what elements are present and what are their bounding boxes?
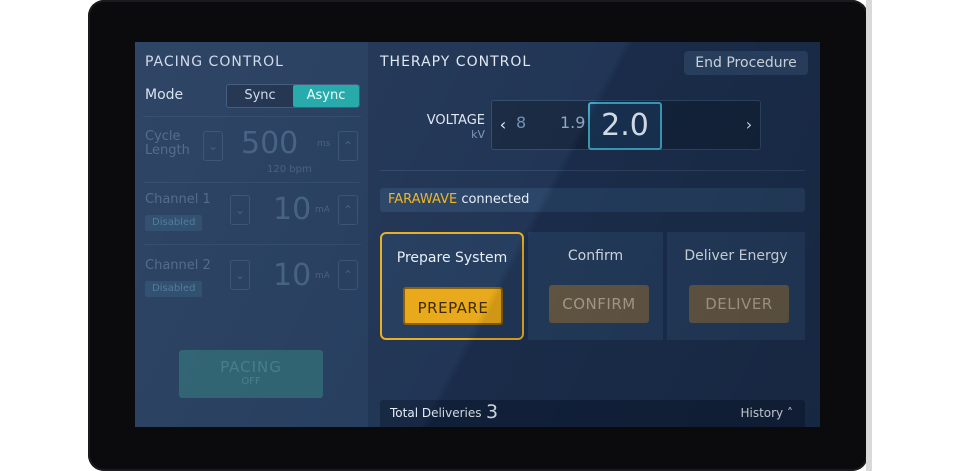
channel1-label: Channel 1 (145, 192, 211, 207)
divider (143, 244, 361, 245)
cycle-length-label-line1: Cycle (145, 129, 181, 144)
total-deliveries-value: 3 (486, 401, 499, 423)
deliver-button[interactable]: DELIVER (689, 285, 789, 323)
cycle-length-label: Cycle Length (145, 130, 190, 158)
chevron-up-icon: ⌃ (342, 203, 354, 217)
channel1-unit: mA (315, 205, 330, 215)
therapy-panel: THERAPY CONTROL End Procedure VOLTAGE kV… (368, 42, 820, 427)
pacing-title: PACING CONTROL (145, 54, 284, 70)
channel1-status-badge: Disabled (145, 215, 203, 231)
cycle-decrease-button[interactable]: ⌄ (203, 131, 223, 161)
voltage-label: VOLTAGE (426, 113, 485, 128)
pacing-button-label: PACING (220, 358, 282, 376)
voltage-picker[interactable]: ‹ 8 1.9 2.0 › (491, 100, 761, 150)
touch-screen: PACING CONTROL Mode Sync Async Cycle Len… (135, 42, 820, 427)
divider (143, 116, 361, 117)
deliveries-footer: Total Deliveries 3 History ˄ (380, 400, 805, 427)
total-deliveries-label: Total Deliveries (390, 406, 482, 420)
step-title: Prepare System (396, 250, 508, 266)
step-title: Confirm (567, 248, 624, 264)
chevron-up-icon: ˄ (787, 406, 793, 420)
chevron-down-icon: ⌄ (234, 268, 246, 282)
voltage-option-far[interactable]: 8 (516, 113, 526, 132)
catheter-brand: FARAWAVE (388, 192, 458, 207)
channel1-value: 10 (273, 192, 312, 227)
pacing-button[interactable]: PACING OFF (179, 350, 323, 398)
channel2-value: 10 (273, 258, 312, 293)
cycle-length-unit: ms (317, 139, 331, 149)
voltage-unit: kV (471, 128, 485, 141)
chevron-right-icon[interactable]: › (738, 101, 760, 149)
divider (143, 182, 361, 183)
voltage-option-near[interactable]: 1.9 (560, 113, 585, 132)
chevron-down-icon: ⌄ (234, 203, 246, 217)
channel2-increase-button[interactable]: ⌃ (338, 260, 358, 290)
device-side-edge (866, 0, 872, 471)
cycle-bpm: 120 bpm (267, 164, 312, 175)
step-prepare-system: Prepare System PREPARE (380, 232, 524, 340)
history-label: History (740, 406, 784, 420)
channel1-increase-button[interactable]: ⌃ (338, 195, 358, 225)
prepare-button[interactable]: PREPARE (403, 287, 503, 325)
channel2-status-badge: Disabled (145, 281, 203, 297)
voltage-selected-value[interactable]: 2.0 (588, 102, 662, 150)
mode-sync-option[interactable]: Sync (227, 85, 293, 107)
chevron-down-icon: ⌄ (207, 139, 219, 153)
pacing-panel: PACING CONTROL Mode Sync Async Cycle Len… (135, 42, 368, 427)
step-title: Deliver Energy (684, 248, 788, 264)
cycle-length-label-line2: Length (145, 143, 190, 158)
mode-toggle[interactable]: Sync Async (226, 84, 360, 108)
channel2-unit: mA (315, 271, 330, 281)
cycle-increase-button[interactable]: ⌃ (338, 131, 358, 161)
confirm-button[interactable]: CONFIRM (549, 285, 649, 323)
chevron-up-icon: ⌃ (342, 268, 354, 282)
divider (380, 170, 805, 171)
channel1-decrease-button[interactable]: ⌄ (230, 195, 250, 225)
workflow-steps: Prepare System PREPARE Confirm CONFIRM D… (380, 232, 805, 342)
channel2-decrease-button[interactable]: ⌄ (230, 260, 250, 290)
chevron-left-icon[interactable]: ‹ (492, 101, 514, 149)
mode-label: Mode (145, 87, 184, 103)
step-confirm: Confirm CONFIRM (528, 232, 663, 340)
channel2-label: Channel 2 (145, 258, 211, 273)
step-deliver-energy: Deliver Energy DELIVER (667, 232, 805, 340)
catheter-status-text: connected (457, 192, 530, 207)
end-procedure-button[interactable]: End Procedure (684, 51, 808, 75)
chevron-up-icon: ⌃ (342, 139, 354, 153)
therapy-title: THERAPY CONTROL (380, 54, 532, 70)
history-toggle[interactable]: History ˄ (740, 406, 793, 420)
catheter-status-bar: FARAWAVE connected (380, 188, 805, 212)
cycle-length-value: 500 (241, 126, 299, 161)
pacing-button-state: OFF (241, 376, 261, 387)
mode-async-option[interactable]: Async (293, 85, 359, 107)
